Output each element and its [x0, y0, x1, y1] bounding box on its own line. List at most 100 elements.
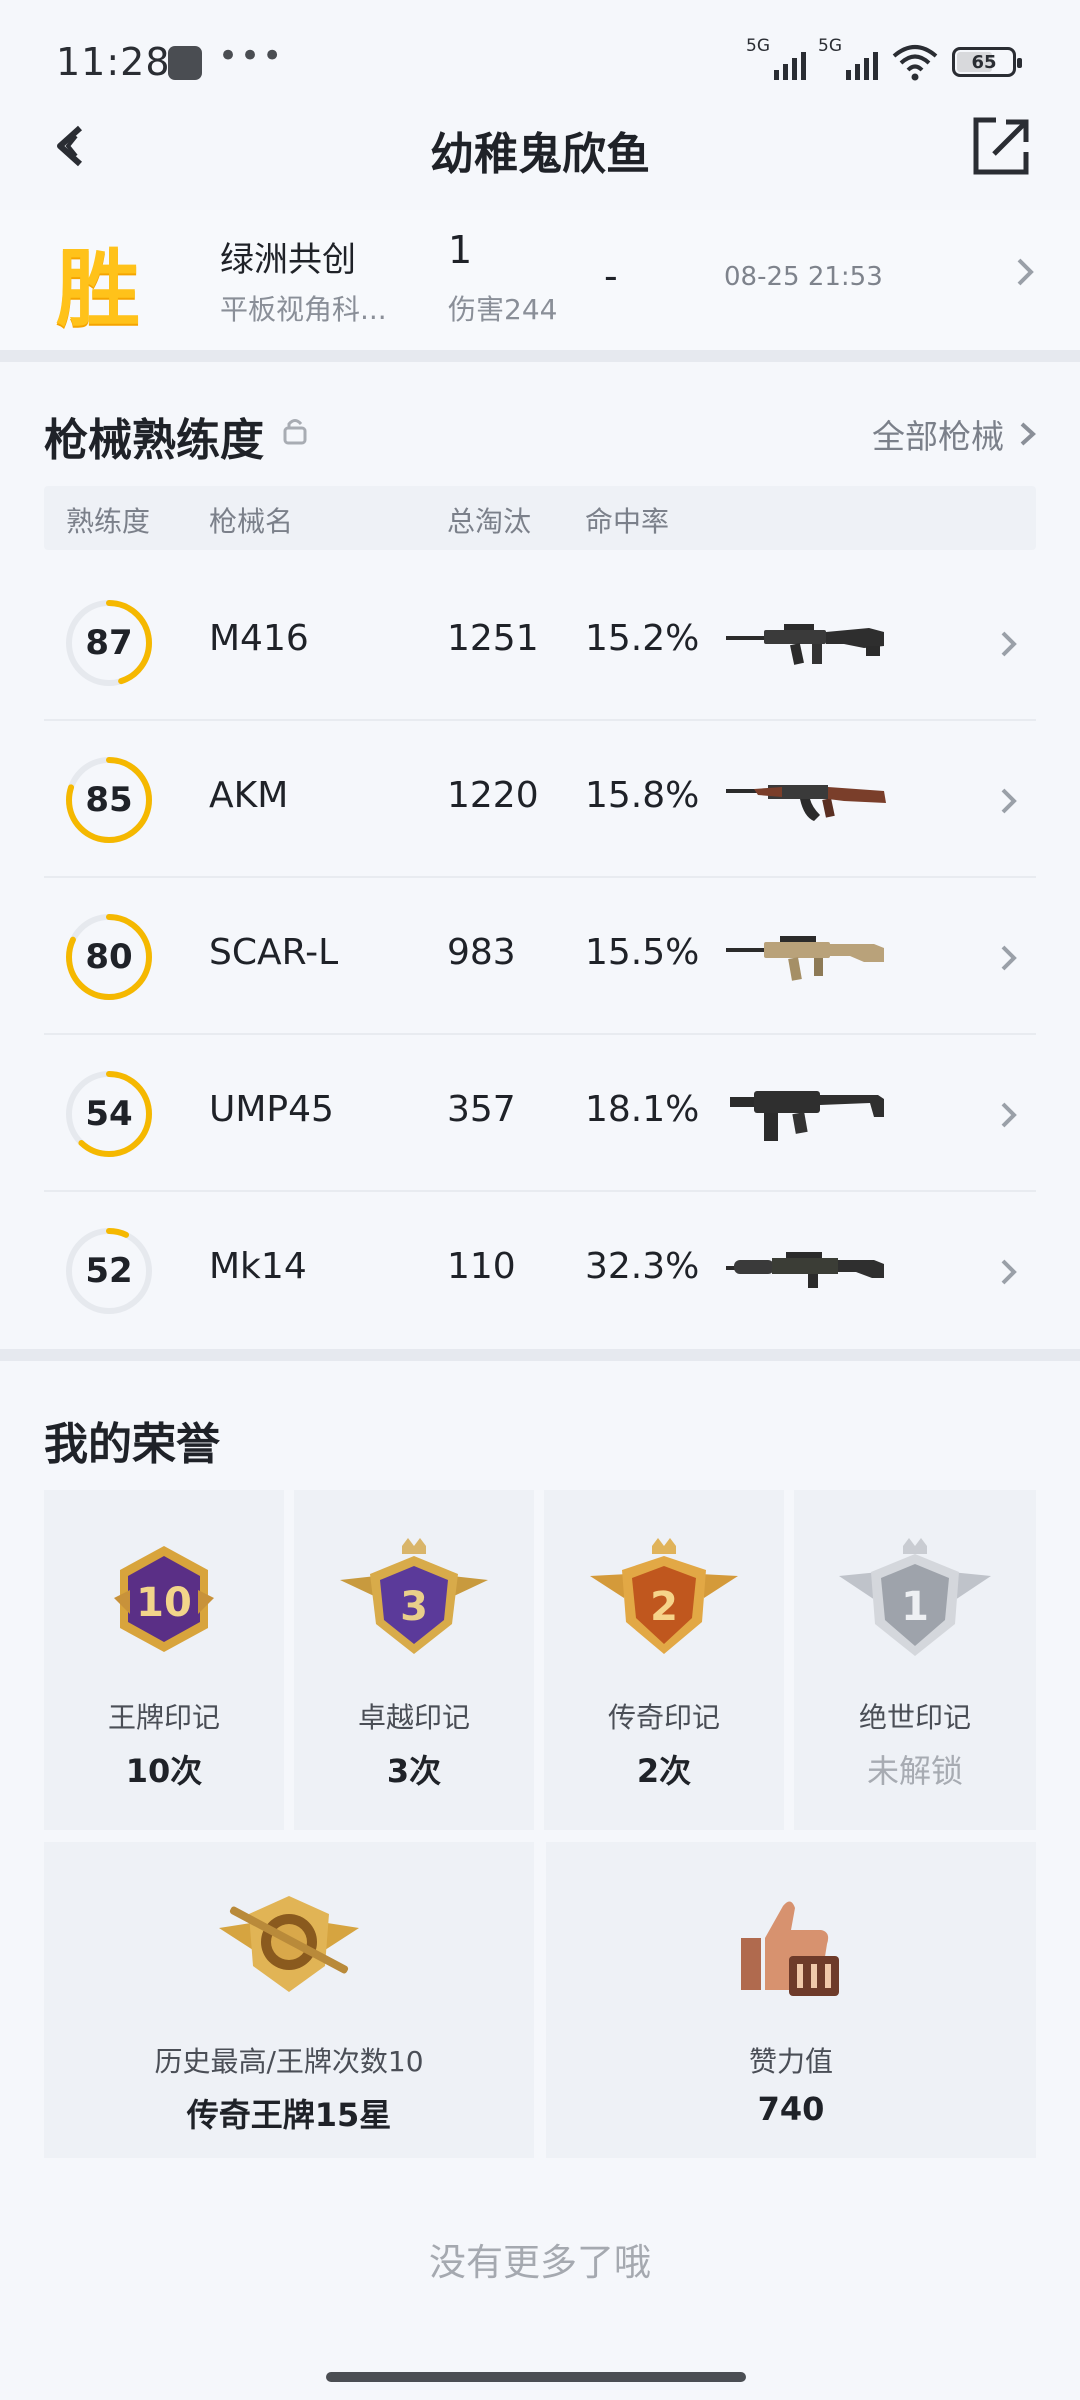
mastery-ring: 87: [64, 598, 154, 688]
no-more-content: 没有更多了哦: [429, 2241, 651, 2284]
mastery-ring: 85: [64, 755, 154, 845]
notification-icon: [168, 46, 202, 80]
weapon-kills: 110: [447, 1246, 516, 1287]
weapon-name: Mk14: [209, 1246, 307, 1287]
honor-count: 10次: [125, 1752, 203, 1790]
likes-tile[interactable]: 赞力值 740: [546, 1842, 1036, 2158]
m416-rifle-icon: [726, 624, 884, 665]
battery-level: 65: [971, 51, 997, 73]
weapon-accuracy: 32.3%: [585, 1246, 700, 1287]
honor-count: 2次: [636, 1752, 692, 1790]
weapon-accuracy: 18.1%: [585, 1089, 700, 1130]
ace-emblem-number: 10: [136, 1580, 192, 1626]
legend-emblem-icon: 2: [590, 1538, 738, 1654]
weapon-name: AKM: [209, 775, 289, 816]
section-divider: [0, 1349, 1080, 1361]
thumbs-up-icon: [741, 1901, 839, 1996]
weapon-kills: 983: [447, 932, 516, 973]
weapon-row[interactable]: 52 Mk14 110 32.3%: [44, 1192, 1036, 1349]
honor-tile-excellent[interactable]: 3 卓越印记 3次: [294, 1490, 534, 1830]
weapon-row[interactable]: 87 M416 1251 15.2%: [44, 564, 1036, 721]
scar-l-rifle-icon: [726, 936, 884, 981]
wifi-icon: [892, 45, 938, 81]
lock-icon[interactable]: [282, 416, 308, 446]
likes-label: 赞力值: [748, 2045, 833, 2078]
match-separator: -: [604, 254, 618, 298]
match-record[interactable]: 胜 绿洲共创 平板视角科... 1 伤害244 - 08-25 21:53: [0, 210, 1080, 350]
ace-tier-emblem-icon: [219, 1896, 359, 1992]
honor-label: 绝世印记: [858, 1701, 971, 1734]
mastery-ring: 52: [64, 1226, 154, 1316]
match-view: 平板视角科...: [220, 293, 387, 326]
chevron-right-icon: [1001, 1102, 1017, 1128]
match-mode: 绿洲共创: [220, 240, 356, 280]
honor-label: 卓越印记: [357, 1701, 470, 1734]
battery-icon: 65: [952, 47, 1022, 77]
excellent-emblem-number: 3: [400, 1584, 428, 1630]
weapon-row[interactable]: 54 UMP45 357 18.1%: [44, 1035, 1036, 1192]
status-time: 11:28: [56, 40, 171, 84]
highest-tier-tile[interactable]: 历史最高/王牌次数10 传奇王牌15星: [44, 1842, 534, 2158]
mastery-level: 85: [85, 780, 133, 820]
mastery-level: 87: [85, 623, 133, 663]
all-weapons-label: 全部枪械: [872, 417, 1004, 456]
honor-tile-ace[interactable]: 10 王牌印记 10次: [44, 1490, 284, 1830]
mastery-ring: 54: [64, 1069, 154, 1159]
weapon-name: SCAR-L: [209, 932, 339, 973]
nav-header: 幼稚鬼欣鱼: [0, 96, 1080, 196]
excellent-emblem-icon: 3: [340, 1538, 488, 1654]
mastery-level: 80: [85, 937, 133, 977]
more-notifications-icon: •••: [218, 36, 285, 76]
col-accuracy: 命中率: [585, 505, 670, 538]
peerless-emblem-icon: 1: [839, 1538, 991, 1656]
weapon-table-header: 熟练度 枪械名 总淘汰 命中率: [44, 486, 1036, 550]
signal-icon-2: 5G: [818, 36, 878, 82]
weapon-kills: 357: [447, 1089, 516, 1130]
mastery-level: 52: [85, 1251, 133, 1291]
honor-locked: 未解锁: [866, 1752, 963, 1790]
honor-tile-peerless[interactable]: 1 绝世印记 未解锁: [794, 1490, 1036, 1830]
weapon-kills: 1220: [447, 775, 539, 816]
col-mastery: 熟练度: [66, 505, 151, 538]
chevron-right-icon: [1001, 945, 1017, 971]
chevron-right-icon: [1001, 1259, 1017, 1285]
honor-count: 3次: [386, 1752, 442, 1790]
chevron-right-icon: [1020, 422, 1036, 446]
page-title: 幼稚鬼欣鱼: [430, 129, 650, 180]
honor-tile-legend[interactable]: 2 传奇印记 2次: [544, 1490, 784, 1830]
weapon-accuracy: 15.2%: [585, 618, 700, 659]
chevron-right-icon: [1017, 258, 1034, 286]
col-kills: 总淘汰: [447, 505, 532, 538]
weapon-mastery-title: 枪械熟练度: [44, 415, 264, 466]
match-rank: 1: [448, 228, 473, 272]
highest-tier-label: 历史最高/王牌次数10: [154, 2045, 424, 2078]
weapon-row[interactable]: 85 AKM 1220 15.8%: [44, 721, 1036, 878]
share-button[interactable]: [964, 110, 1036, 182]
weapon-accuracy: 15.8%: [585, 775, 700, 816]
home-indicator[interactable]: [326, 2372, 746, 2382]
legend-emblem-number: 2: [650, 1584, 678, 1630]
mastery-level: 54: [85, 1094, 133, 1134]
signal-icon: 5G: [746, 36, 806, 82]
weapon-row[interactable]: 80 SCAR-L 983 15.5%: [44, 878, 1036, 1035]
akm-rifle-icon: [726, 785, 886, 821]
mk14-rifle-icon: [726, 1252, 884, 1288]
match-damage: 伤害244: [448, 293, 558, 326]
chevron-right-icon: [1001, 788, 1017, 814]
highest-tier-value: 传奇王牌15星: [186, 2096, 392, 2134]
honors-title: 我的荣誉: [44, 1419, 220, 1470]
ump45-smg-icon: [730, 1091, 884, 1141]
match-time: 08-25 21:53: [724, 262, 883, 292]
weapon-name: M416: [209, 618, 309, 659]
share-icon: [973, 117, 1029, 175]
ace-emblem-icon: 10: [114, 1546, 214, 1652]
signal-label: 5G: [746, 36, 770, 56]
section-divider: [0, 350, 1080, 362]
weapon-name: UMP45: [209, 1089, 334, 1130]
honor-label: 传奇印记: [607, 1701, 720, 1734]
weapon-accuracy: 15.5%: [585, 932, 700, 973]
mastery-ring: 80: [64, 912, 154, 1002]
col-weapon-name: 枪械名: [209, 505, 294, 538]
all-weapons-link[interactable]: 全部枪械: [872, 410, 1040, 458]
signal-label-2: 5G: [818, 36, 842, 56]
